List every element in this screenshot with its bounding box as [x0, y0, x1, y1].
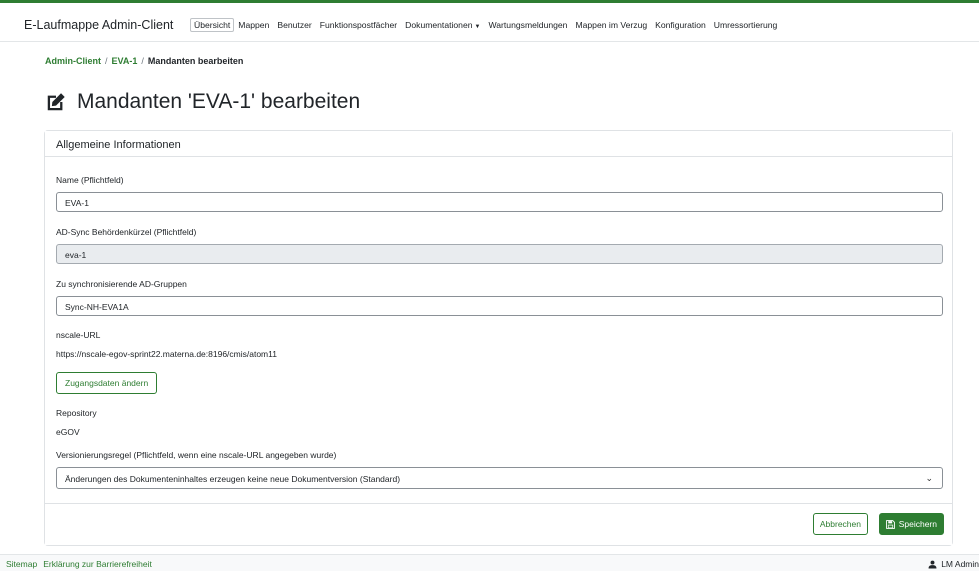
change-credentials-button[interactable]: Zugangsdaten ändern	[56, 372, 158, 394]
ad-groups-label: Zu synchronisierende AD-Gruppen	[56, 279, 187, 289]
nscale-url-label: nscale-URL	[56, 330, 101, 340]
versioning-label: Versionierungsregel (Pflichtfeld, wenn e…	[56, 450, 337, 460]
breadcrumb: Admin-Client / EVA-1/Mandanten bearbeiten	[45, 56, 243, 66]
accessibility-link[interactable]: Erklärung zur Barrierefreiheit	[43, 559, 152, 569]
breadcrumb-separator: /	[141, 56, 144, 66]
edit-icon	[47, 93, 65, 111]
cancel-button[interactable]: Abbrechen	[812, 513, 868, 535]
app-brand[interactable]: E-Laufmappe Admin-Client	[24, 18, 173, 32]
save-button-label: Speichern	[898, 519, 937, 529]
user-menu[interactable]: LM Admin	[928, 559, 979, 569]
save-button[interactable]: Speichern	[878, 513, 944, 535]
versioning-select[interactable]: Änderungen des Dokumenteninhaltes erzeug…	[56, 467, 943, 489]
card-footer: Abbrechen Speichern	[45, 503, 952, 545]
repository-label: Repository	[56, 408, 97, 418]
page-title-text: Mandanten 'EVA-1' bearbeiten	[77, 90, 361, 113]
breadcrumb-current: Mandanten bearbeiten	[147, 56, 244, 66]
name-label: Name (Pflichtfeld)	[56, 175, 124, 185]
page-footer: Sitemap Erklärung zur Barrierefreiheit L…	[0, 554, 979, 571]
nav-item-mappen[interactable]: Mappen	[234, 20, 273, 32]
nscale-url-value: https://nscale-egov-sprint22.materna.de:…	[56, 349, 277, 359]
nav-item-benutzer[interactable]: Benutzer	[273, 20, 315, 32]
breadcrumb-eva-1[interactable]: EVA-1	[112, 56, 138, 66]
card-header: Allgemeine Informationen	[45, 131, 952, 157]
nav-item-wartungsmeldungen[interactable]: Wartungsmeldungen	[484, 20, 571, 32]
general-info-card: Allgemeine Informationen Name (Pflichtfe…	[44, 130, 953, 546]
repository-value: eGOV	[56, 427, 80, 437]
nav-item-umressortierung[interactable]: Umressortierung	[710, 20, 782, 32]
breadcrumb-separator: /	[105, 56, 108, 66]
nav-item-konfiguration[interactable]: Konfiguration	[651, 20, 710, 32]
versioning-select-value: Änderungen des Dokumenteninhaltes erzeug…	[65, 474, 401, 484]
adsync-label: AD-Sync Behördenkürzel (Pflichtfeld)	[56, 227, 197, 237]
nav-item-dokumentationen[interactable]: Dokumentationen ▼	[401, 20, 484, 32]
nav-item-uebersicht[interactable]: Übersicht	[190, 18, 235, 32]
chevron-down-icon: ⌄	[925, 473, 933, 483]
nav-item-dokumentationen-label: Dokumentationen	[405, 20, 473, 30]
user-name: LM Admin	[941, 559, 979, 569]
name-input[interactable]: EVA-1	[56, 192, 943, 212]
ad-groups-input[interactable]: Sync-NH-EVA1A	[56, 296, 943, 316]
save-icon	[885, 519, 895, 529]
nav-item-mappen-im-verzug[interactable]: Mappen im Verzug	[571, 20, 651, 32]
main-nav: Übersicht Mappen Benutzer Funktionspostf…	[190, 18, 782, 32]
page-title: Mandanten 'EVA-1' bearbeiten	[45, 90, 360, 114]
sitemap-link[interactable]: Sitemap	[6, 559, 37, 569]
breadcrumb-admin-client[interactable]: Admin-Client	[45, 56, 101, 66]
adsync-input: eva-1	[56, 244, 943, 264]
top-navbar: E-Laufmappe Admin-Client Übersicht Mappe…	[0, 0, 979, 42]
caret-down-icon: ▼	[474, 24, 481, 30]
nav-item-funktionspostfaecher[interactable]: Funktionspostfächer	[316, 20, 401, 32]
main-content: Admin-Client / EVA-1/Mandanten bearbeiten …	[0, 42, 979, 554]
user-icon	[928, 560, 937, 568]
